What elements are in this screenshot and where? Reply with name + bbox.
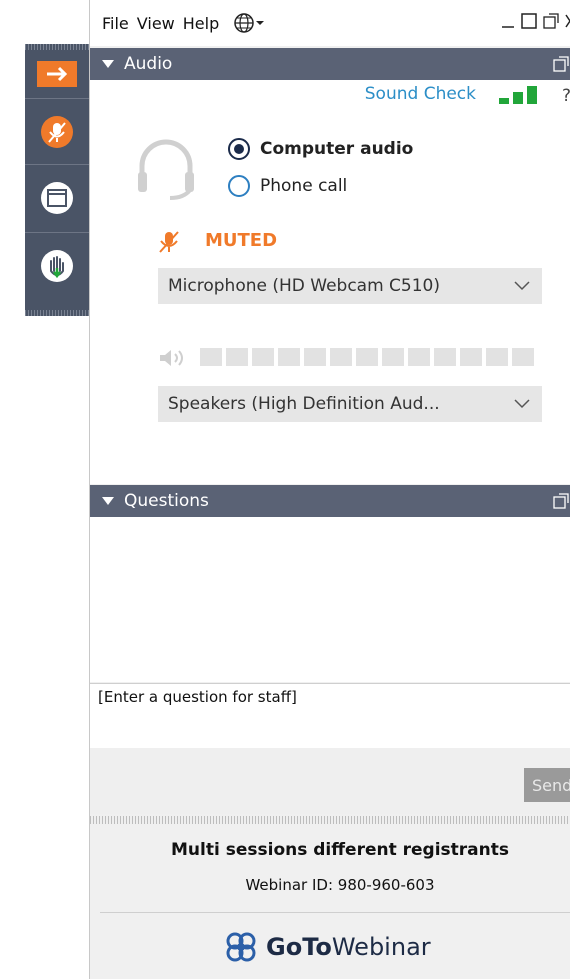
audio-help-icon[interactable]: ?	[562, 86, 570, 106]
phone-call-option[interactable]: Phone call	[228, 175, 347, 197]
minimize-icon[interactable]	[501, 13, 515, 29]
questions-panel-title: Questions	[124, 491, 209, 511]
audio-panel-title: Audio	[124, 54, 173, 74]
audio-panel: Sound Check ? Computer audio Phone call	[90, 80, 570, 484]
muted-status: MUTED	[205, 230, 278, 251]
microphone-select[interactable]: Microphone (HD Webcam C510)	[158, 268, 542, 304]
toolbar-grip-top[interactable]	[25, 44, 89, 50]
send-button[interactable]: Send	[524, 768, 570, 802]
send-area: Send	[90, 748, 570, 814]
question-input-placeholder: [Enter a question for staff]	[98, 688, 297, 706]
session-title: Multi sessions different registrants	[171, 840, 509, 860]
level-segment	[382, 348, 404, 366]
collapse-panel-button[interactable]	[29, 56, 85, 92]
mic-muted-icon[interactable]	[158, 230, 180, 254]
chevron-down-icon	[256, 21, 265, 25]
webinar-id: Webinar ID: 980-960-603	[245, 876, 435, 894]
popout-icon[interactable]	[553, 56, 569, 72]
level-segment	[460, 348, 482, 366]
language-menu[interactable]	[233, 12, 265, 34]
goto-logo-icon	[226, 932, 256, 962]
collapse-triangle-icon	[102, 497, 114, 505]
resize-grip[interactable]	[90, 816, 570, 824]
menu-bar: File View Help	[90, 0, 570, 46]
gotowebinar-logo: GoTo Webinar	[224, 930, 431, 964]
menu-help[interactable]: Help	[183, 14, 219, 33]
side-toolbar	[25, 44, 89, 316]
level-segment	[226, 348, 248, 366]
level-segment	[278, 348, 300, 366]
collapse-triangle-icon	[102, 60, 114, 68]
questions-panel-header[interactable]: Questions	[90, 485, 570, 517]
logo-goto-text: GoTo	[266, 933, 332, 961]
level-segment	[486, 348, 508, 366]
sound-check-link[interactable]: Sound Check	[365, 84, 476, 104]
level-segment	[434, 348, 456, 366]
phone-call-radio[interactable]	[228, 175, 250, 197]
audio-panel-header[interactable]: Audio	[90, 48, 570, 80]
close-icon[interactable]	[565, 13, 570, 29]
arrow-right-icon	[37, 61, 77, 87]
level-segment	[512, 348, 534, 366]
control-panel-window: File View Help Audio Sound Check Compute…	[89, 0, 570, 979]
computer-audio-radio[interactable]	[228, 138, 250, 160]
level-segment	[252, 348, 274, 366]
logo-webinar-text: Webinar	[331, 933, 431, 961]
phone-call-label: Phone call	[260, 176, 348, 196]
window-icon	[41, 182, 73, 214]
questions-log	[90, 517, 570, 682]
level-segment	[356, 348, 378, 366]
popout-icon[interactable]	[553, 493, 569, 509]
raise-hand-button[interactable]	[29, 238, 85, 294]
level-segment	[408, 348, 430, 366]
level-segment	[200, 348, 222, 366]
mute-toggle-button[interactable]	[29, 104, 85, 160]
computer-audio-label: Computer audio	[260, 139, 414, 159]
computer-audio-option[interactable]: Computer audio	[228, 138, 413, 160]
mic-muted-icon	[41, 116, 73, 148]
level-segment	[330, 348, 352, 366]
speaker-level-meter	[200, 348, 534, 366]
menu-file[interactable]: File	[102, 14, 129, 33]
menu-view[interactable]: View	[137, 14, 175, 33]
session-footer: Multi sessions different registrants Web…	[90, 824, 570, 979]
globe-icon	[234, 13, 254, 33]
signal-strength-icon	[499, 86, 537, 104]
chevron-down-icon	[514, 399, 530, 409]
headset-icon	[138, 139, 194, 200]
popout-icon[interactable]	[543, 13, 559, 29]
level-segment	[304, 348, 326, 366]
window-controls	[501, 13, 570, 29]
microphone-select-value: Microphone (HD Webcam C510)	[168, 276, 441, 296]
show-window-button[interactable]	[29, 170, 85, 226]
question-input[interactable]: [Enter a question for staff]	[90, 683, 570, 749]
maximize-icon[interactable]	[521, 13, 537, 29]
chevron-down-icon	[514, 281, 530, 291]
toolbar-grip-bottom[interactable]	[25, 310, 89, 316]
speaker-icon	[160, 350, 183, 366]
speakers-select[interactable]: Speakers (High Definition Aud...	[158, 386, 542, 422]
raise-hand-icon	[41, 250, 73, 282]
speakers-select-value: Speakers (High Definition Aud...	[168, 394, 440, 414]
